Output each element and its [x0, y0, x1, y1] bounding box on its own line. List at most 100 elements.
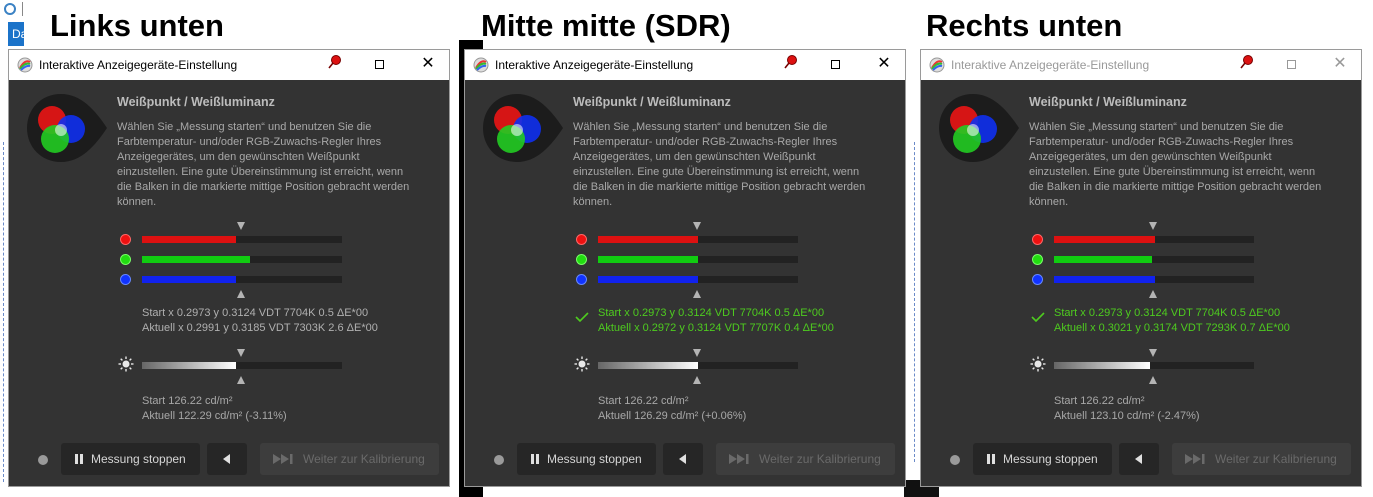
pause-icon: [75, 454, 83, 464]
start-values: Start x 0.2973 y 0.3124 VDT 7704K 0.5 ΔE…: [142, 307, 369, 319]
lum-current: Aktuell 126.29 cd/m² (+0.06%): [598, 409, 747, 422]
continue-calibration-button[interactable]: Weiter zur Kalibrierung: [1172, 443, 1351, 475]
current-values: Aktuell x 0.3021 y 0.3174 VDT 7293K 0.7 …: [1054, 321, 1290, 334]
lum-start: Start 126.22 cd/m²: [1054, 395, 1145, 407]
target-marker-bottom: [693, 290, 701, 298]
title-bar[interactable]: Interaktive Anzeigegeräte-Einstellung ✕: [9, 50, 449, 80]
close-icon[interactable]: ✕: [869, 55, 899, 75]
stop-measurement-button[interactable]: Messung stoppen: [61, 443, 200, 475]
brightness-icon: [574, 356, 590, 372]
target-marker-bottom: [237, 290, 245, 298]
lum-start: Start 126.22 cd/m²: [598, 395, 689, 407]
green-gain-bar: [142, 256, 342, 263]
red-gain-bar: [1054, 236, 1254, 243]
heading-middle: Mitte mitte (SDR): [481, 8, 731, 43]
section-title: Weißpunkt / Weißluminanz: [1029, 95, 1187, 109]
window-title: Interaktive Anzeigegeräte-Einstellung: [951, 58, 1150, 72]
start-values: Start x 0.2973 y 0.3124 VDT 7704K 0.5 ΔE…: [1054, 307, 1281, 319]
rgb-circles-icon: [27, 94, 107, 162]
app-logo-icon: [17, 57, 33, 73]
instructions-text: Wählen Sie „Messung starten“ und benutze…: [573, 121, 866, 208]
lum-target-marker-bottom: [237, 376, 245, 384]
instructions-text: Wählen Sie „Messung starten“ und benutze…: [117, 121, 410, 208]
section-title: Weißpunkt / Weißluminanz: [573, 95, 731, 109]
stop-measurement-button[interactable]: Messung stoppen: [517, 443, 656, 475]
previous-button[interactable]: [207, 443, 247, 475]
pause-icon: [987, 454, 995, 464]
check-icon: [575, 312, 589, 322]
luminance-stats: Start 126.22 cd/m² Aktuell 122.29 cd/m² …: [142, 394, 287, 423]
lum-target-marker-bottom: [1149, 376, 1157, 384]
skip-forward-icon: [1185, 454, 1205, 464]
pin-icon[interactable]: [1239, 54, 1255, 70]
background-selection-edge: [3, 142, 4, 482]
check-icon: [1031, 312, 1045, 322]
close-icon[interactable]: ✕: [413, 55, 443, 75]
target-marker-top: [1149, 222, 1157, 230]
section-title: Weißpunkt / Weißluminanz: [117, 95, 275, 109]
stop-measurement-label: Messung stoppen: [1003, 452, 1098, 466]
background-app-icon: [4, 3, 16, 15]
calibration-window: Interaktive Anzeigegeräte-Einstellung ✕ …: [464, 49, 906, 487]
close-icon[interactable]: ✕: [1325, 55, 1355, 75]
title-bar[interactable]: Interaktive Anzeigegeräte-Einstellung ✕: [465, 50, 905, 80]
rgb-stats: Start x 0.2973 y 0.3124 VDT 7704K 0.5 ΔE…: [598, 306, 834, 335]
rgb-stats: Start x 0.2973 y 0.3124 VDT 7704K 0.5 ΔE…: [142, 306, 378, 335]
background-tab: Da: [8, 22, 24, 46]
maximize-icon[interactable]: [365, 56, 395, 76]
red-channel-dot: [120, 234, 131, 245]
window-title: Interaktive Anzeigegeräte-Einstellung: [39, 58, 238, 72]
pin-icon[interactable]: [783, 54, 799, 70]
maximize-icon[interactable]: [821, 56, 851, 76]
previous-icon: [679, 454, 686, 464]
stop-measurement-label: Messung stoppen: [547, 452, 642, 466]
previous-button[interactable]: [663, 443, 703, 475]
luminance-stats: Start 126.22 cd/m² Aktuell 126.29 cd/m² …: [598, 394, 746, 423]
background-selection-edge: [914, 142, 915, 462]
rgb-circles-icon: [939, 94, 1019, 162]
blue-gain-bar: [1054, 276, 1254, 283]
stop-measurement-label: Messung stoppen: [91, 452, 186, 466]
luminance-bar: [142, 362, 342, 369]
continue-calibration-label: Weiter zur Kalibrierung: [1215, 452, 1337, 466]
current-values: Aktuell x 0.2972 y 0.3124 VDT 7707K 0.4 …: [598, 321, 834, 334]
green-channel-dot: [1032, 254, 1043, 265]
continue-calibration-button[interactable]: Weiter zur Kalibrierung: [716, 443, 895, 475]
heading-left: Links unten: [50, 8, 224, 43]
skip-forward-icon: [729, 454, 749, 464]
previous-button[interactable]: [1119, 443, 1159, 475]
title-bar[interactable]: Interaktive Anzeigegeräte-Einstellung ✕: [921, 50, 1361, 80]
lum-current: Aktuell 122.29 cd/m² (-3.11%): [142, 409, 287, 422]
lum-target-marker-top: [693, 349, 701, 357]
previous-icon: [1135, 454, 1142, 464]
status-indicator: [38, 455, 48, 465]
blue-channel-dot: [576, 274, 587, 285]
blue-channel-dot: [120, 274, 131, 285]
previous-icon: [223, 454, 230, 464]
green-channel-dot: [120, 254, 131, 265]
blue-channel-dot: [1032, 274, 1043, 285]
blue-gain-bar: [142, 276, 342, 283]
red-channel-dot: [1032, 234, 1043, 245]
pin-icon[interactable]: [327, 54, 343, 70]
luminance-bar: [1054, 362, 1254, 369]
current-values: Aktuell x 0.2991 y 0.3185 VDT 7303K 2.6 …: [142, 321, 378, 334]
luminance-stats: Start 126.22 cd/m² Aktuell 123.10 cd/m² …: [1054, 394, 1200, 423]
lum-target-marker-top: [1149, 349, 1157, 357]
rgb-circles-icon: [483, 94, 563, 162]
maximize-icon[interactable]: [1277, 56, 1307, 76]
window-title: Interaktive Anzeigegeräte-Einstellung: [495, 58, 694, 72]
continue-calibration-button[interactable]: Weiter zur Kalibrierung: [260, 443, 439, 475]
target-marker-top: [237, 222, 245, 230]
heading-right: Rechts unten: [926, 8, 1123, 43]
lum-current: Aktuell 123.10 cd/m² (-2.47%): [1054, 409, 1200, 422]
background-divider: [22, 2, 23, 16]
pause-icon: [531, 454, 539, 464]
lum-target-marker-top: [237, 349, 245, 357]
app-logo-icon: [473, 57, 489, 73]
stop-measurement-button[interactable]: Messung stoppen: [973, 443, 1112, 475]
target-marker-bottom: [1149, 290, 1157, 298]
lum-start: Start 126.22 cd/m²: [142, 395, 233, 407]
green-gain-bar: [598, 256, 798, 263]
red-gain-bar: [142, 236, 342, 243]
